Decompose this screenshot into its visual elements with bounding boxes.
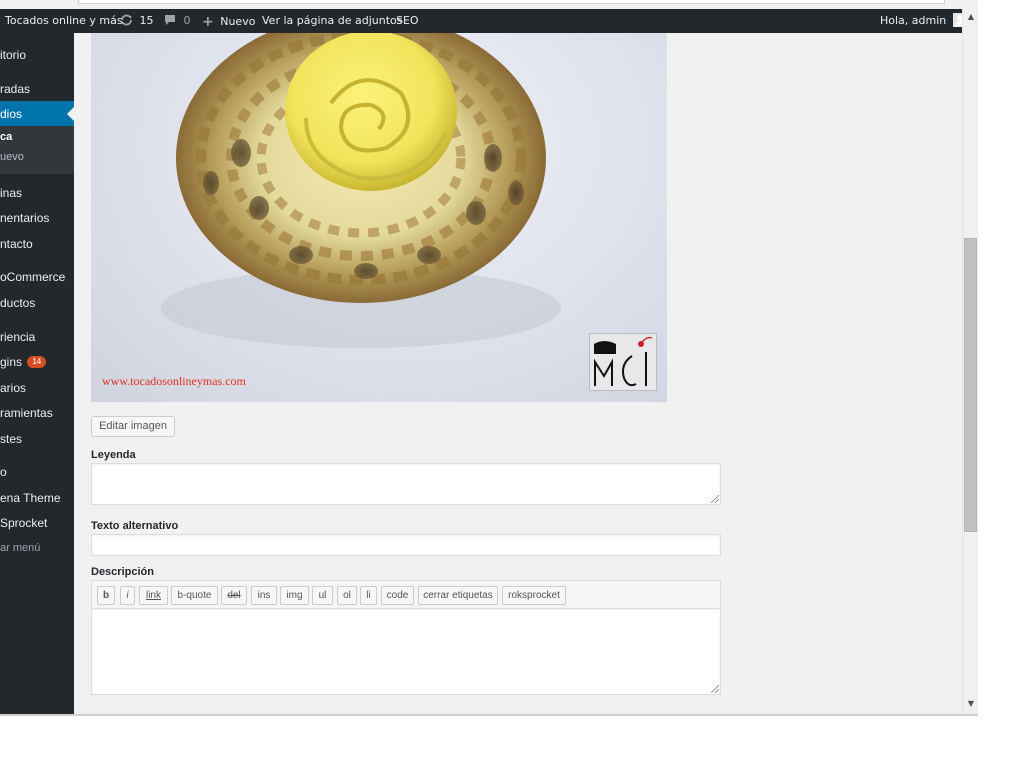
qt-close-tags-button[interactable]: cerrar etiquetas: [418, 586, 498, 605]
resize-grip-icon[interactable]: [711, 685, 719, 693]
scroll-thumb[interactable]: [964, 238, 977, 532]
edit-image-button[interactable]: Editar imagen: [91, 416, 175, 437]
qt-img-button[interactable]: img: [280, 586, 309, 605]
menu-comments[interactable]: nentarios: [0, 208, 74, 228]
current-menu-arrow: [67, 107, 74, 121]
updates-link[interactable]: 15: [120, 9, 154, 33]
mei-logo: [589, 333, 657, 391]
menu-posts[interactable]: radas: [0, 79, 74, 99]
menu-appearance[interactable]: riencia: [0, 327, 74, 347]
attachment-edit-content: www.tocadosonlineymas.com Editar imagen …: [74, 33, 962, 715]
browser-top-strip: [0, 0, 978, 9]
menu-roksprocket[interactable]: Sprocket: [0, 513, 74, 533]
menu-products[interactable]: ductos: [0, 293, 74, 313]
caption-textarea[interactable]: [91, 463, 721, 505]
comments-link[interactable]: 0: [164, 9, 191, 33]
qt-ol-button[interactable]: ol: [337, 586, 357, 605]
scroll-up-icon[interactable]: ▲: [963, 12, 978, 21]
description-label: Descripción: [91, 566, 154, 578]
new-label: Nuevo: [220, 15, 256, 28]
submenu-library[interactable]: ca: [0, 128, 74, 146]
updates-count: 15: [139, 14, 154, 27]
menu-theme[interactable]: ena Theme: [0, 488, 74, 508]
greeting-text: Hola, admin: [880, 14, 947, 27]
alt-text-input[interactable]: [91, 534, 721, 556]
menu-media[interactable]: dios: [0, 101, 74, 127]
scroll-down-icon[interactable]: ▼: [963, 699, 978, 708]
window-bottom-edge: [0, 714, 978, 716]
menu-seo[interactable]: o: [0, 462, 74, 482]
new-content-link[interactable]: + Nuevo: [202, 9, 255, 33]
menu-collapse[interactable]: ar menú: [0, 538, 74, 558]
headband-photo: [161, 33, 561, 348]
qt-roksprocket-button[interactable]: roksprocket: [502, 586, 566, 605]
menu-contact[interactable]: ntacto: [0, 234, 74, 254]
alt-text-label: Texto alternativo: [91, 520, 179, 532]
browser-viewport: Tocados online y más 15 0 + Nuevo Ver la…: [0, 0, 978, 715]
watermark-text: www.tocadosonlineymas.com: [102, 374, 246, 388]
qt-bold-button[interactable]: b: [97, 586, 115, 605]
page-scrollbar[interactable]: ▲ ▼: [962, 9, 978, 715]
qt-italic-button[interactable]: i: [120, 586, 135, 605]
qt-ins-button[interactable]: ins: [251, 586, 277, 605]
refresh-icon: [120, 14, 137, 27]
comments-count: 0: [183, 14, 191, 27]
account-link[interactable]: Hola, admin: [880, 9, 967, 33]
qt-link-button[interactable]: link: [139, 586, 168, 605]
view-attachment-link[interactable]: Ver la página de adjuntos: [262, 9, 402, 33]
site-name-link[interactable]: Tocados online y más: [5, 9, 123, 33]
submenu-add-new[interactable]: uevo: [0, 148, 74, 166]
qt-blockquote-button[interactable]: b-quote: [171, 586, 218, 605]
quicktags-toolbar: b i link b-quote del ins img ul ol li co…: [91, 580, 721, 608]
resize-grip-icon[interactable]: [711, 495, 719, 503]
admin-sidebar: itorio radas dios ca uevo inas nentarios…: [0, 33, 74, 715]
description-textarea[interactable]: [91, 608, 721, 695]
plus-icon: +: [202, 14, 214, 30]
menu-tools[interactable]: ramientas: [0, 403, 74, 423]
qt-code-button[interactable]: code: [381, 586, 414, 605]
menu-plugins[interactable]: gins 14: [0, 352, 74, 372]
attachment-image: www.tocadosonlineymas.com: [91, 33, 667, 402]
caption-label: Leyenda: [91, 449, 136, 461]
address-field-edge[interactable]: [78, 0, 945, 4]
admin-bar: Tocados online y más 15 0 + Nuevo Ver la…: [0, 9, 967, 33]
comment-bubble-icon: [164, 14, 180, 27]
qt-ul-button[interactable]: ul: [312, 586, 333, 605]
menu-dashboard[interactable]: itorio: [0, 45, 74, 65]
menu-media-label: dios: [0, 107, 23, 121]
qt-li-button[interactable]: li: [360, 586, 377, 605]
qt-del-button[interactable]: del: [221, 586, 247, 605]
menu-plugins-label: gins: [0, 355, 23, 369]
seo-link[interactable]: SEO: [396, 9, 419, 33]
media-submenu: ca uevo: [0, 126, 74, 174]
menu-users[interactable]: arios: [0, 378, 74, 398]
plugins-update-badge: 14: [27, 355, 47, 368]
menu-pages[interactable]: inas: [0, 183, 74, 203]
menu-woocommerce[interactable]: oCommerce: [0, 267, 74, 287]
menu-settings[interactable]: stes: [0, 429, 74, 449]
